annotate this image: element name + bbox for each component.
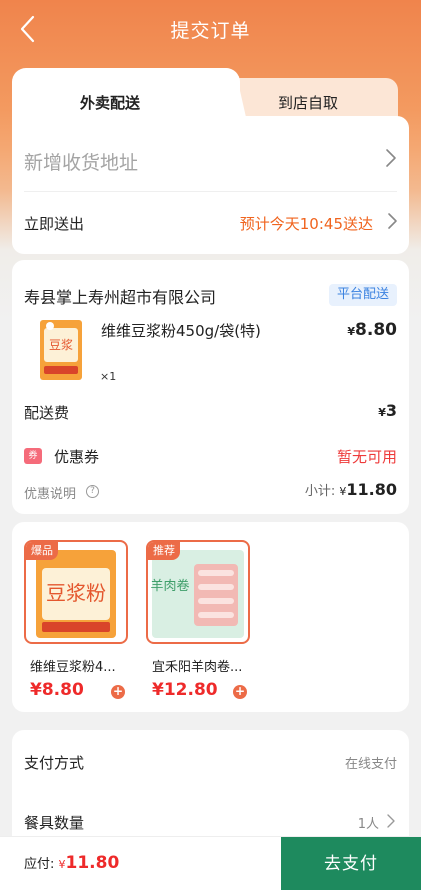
product-name: 维维豆浆粉450g/袋(特): [101, 322, 261, 340]
product-price: ¥8.80: [347, 320, 397, 340]
coupon-value: 暂无可用: [336, 448, 397, 466]
tab-pickup-label[interactable]: 到店自取: [278, 92, 338, 113]
recommend-item[interactable]: 羊肉卷 推荐 宜禾阳羊肉卷... ¥12.80 +: [146, 540, 252, 710]
order-card: 寿县掌上寿州超市有限公司 平台配送 豆浆 维维豆浆粉450g/袋(特) ×1 ¥…: [12, 260, 409, 514]
shop-name: 寿县掌上寿州超市有限公司: [24, 288, 217, 307]
coupon-label: 优惠券: [54, 448, 100, 466]
coupon-row[interactable]: 券 优惠券 暂无可用: [12, 438, 409, 474]
add-to-cart-button[interactable]: +: [111, 685, 125, 699]
recommend-tag: 推荐: [148, 542, 180, 560]
add-address-placeholder: 新增收货地址: [24, 152, 139, 174]
svg-text:豆浆: 豆浆: [49, 337, 73, 352]
add-address-row[interactable]: 新增收货地址: [12, 124, 409, 186]
utensils-value: 1人: [357, 817, 379, 832]
recommend-image: 羊肉卷 推荐: [146, 540, 250, 644]
coupon-icon: 券: [24, 448, 42, 464]
payment-method-row[interactable]: 支付方式 在线支付: [12, 742, 409, 782]
recommend-name: 宜禾阳羊肉卷...: [152, 660, 243, 675]
help-icon: ?: [86, 485, 99, 498]
delivery-time-value: 预计今天10:45送达: [239, 215, 373, 233]
discount-note-label: 优惠说明: [24, 487, 77, 502]
payment-method-value: 在线支付: [344, 757, 397, 772]
payment-method-label: 支付方式: [24, 754, 85, 772]
recommend-price: ¥8.80: [30, 680, 84, 700]
platform-delivery-badge: 平台配送: [328, 284, 397, 306]
chevron-right-icon: [386, 149, 396, 167]
recommend-image: 豆浆粉 爆品: [24, 540, 128, 644]
chevron-right-icon: [388, 213, 397, 229]
product-image: 豆浆: [40, 320, 82, 380]
discount-note[interactable]: 优惠说明 ?: [24, 482, 124, 502]
checkout-bar: 应付: ¥11.80 去支付: [0, 836, 421, 890]
recommend-name: 维维豆浆粉4...: [30, 660, 116, 675]
subtotal: 小计: ¥11.80: [304, 480, 397, 499]
page-title: 提交订单: [170, 20, 251, 42]
delivery-fee-label: 配送费: [24, 404, 70, 422]
pay-button[interactable]: 去支付: [281, 837, 421, 890]
recommend-card: 豆浆粉 爆品 维维豆浆粉4... ¥8.80 + 羊肉卷 推荐 宜禾阳羊肉卷..…: [12, 522, 409, 712]
product-quantity: ×1: [100, 370, 117, 383]
add-to-cart-button[interactable]: +: [233, 685, 247, 699]
delivery-time-row[interactable]: 立即送出 预计今天10:45送达: [12, 192, 409, 252]
hot-item-tag: 爆品: [26, 542, 58, 560]
delivery-time-label: 立即送出: [24, 215, 85, 233]
top-header: 提交订单: [0, 0, 421, 60]
chevron-right-icon: [387, 814, 395, 828]
utensils-label: 餐具数量: [24, 814, 85, 832]
amount-due: 应付: ¥11.80: [24, 853, 120, 873]
recommend-price: ¥12.80: [152, 680, 218, 700]
recommend-item[interactable]: 豆浆粉 爆品 维维豆浆粉4... ¥8.80 +: [24, 540, 130, 710]
delivery-fee-value: ¥3: [378, 401, 397, 420]
tab-delivery-label[interactable]: 外卖配送: [80, 92, 140, 113]
svg-text:豆浆粉: 豆浆粉: [46, 581, 106, 605]
svg-text:羊肉卷: 羊肉卷: [150, 578, 189, 594]
